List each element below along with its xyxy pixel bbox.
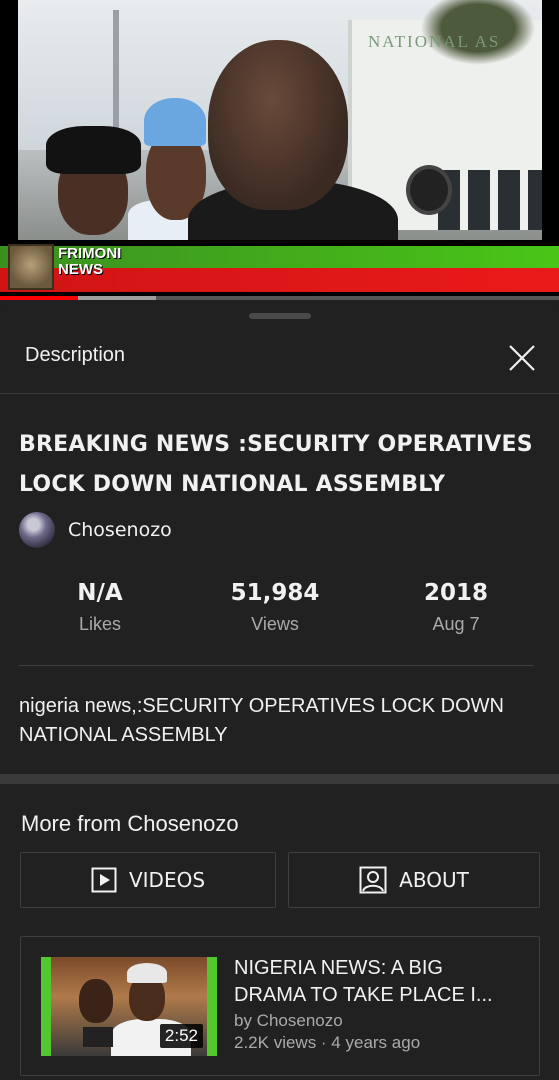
divider [19,665,534,666]
likes-value: N/A [77,580,123,606]
video-frame[interactable]: NATIONAL AS [18,0,542,240]
more-from-title: More from Chosenozo [21,811,239,836]
sheet-header: Description [0,330,559,394]
likes-label: Likes [78,614,122,634]
ticker-logo [8,244,54,290]
thumbnail-person-1 [79,979,113,1023]
description-sheet: Description BREAKING NEWS :SECURITY OPER… [0,300,559,1080]
avatar[interactable] [19,512,55,548]
channel-name[interactable]: Chosenozo [68,519,172,541]
play-box-icon [91,867,117,893]
ticker-brand-line2: NEWS [58,261,103,278]
stats-row: N/A Likes 51,984 Views 2018 Aug 7 [0,580,559,640]
news-ticker: FRIMONI NEWS [0,242,559,294]
card-title[interactable]: NIGERIA NEWS: A BIG DRAMA TO TAKE PLACE … [234,955,514,1009]
videos-button-label: VIDEOS [128,868,206,892]
thumbnail-mic [83,1027,113,1047]
video-building-sign: NATIONAL AS [368,32,501,51]
ticker-brand: FRIMONI NEWS [58,246,121,278]
ticker-brand-line1: FRIMONI [58,245,122,262]
date-label: Aug 7 [432,614,480,634]
video-title: BREAKING NEWS :SECURITY OPERATIVES LOCK … [19,432,533,497]
video-cap [144,98,206,146]
stat-views: 51,984 Views [205,580,345,635]
video-pole [113,10,119,140]
video-person-3-head [208,40,348,210]
views-label: Views [251,614,299,634]
close-icon [509,345,535,371]
channel-row[interactable]: Chosenozo [19,512,172,548]
year-value: 2018 [423,580,488,606]
video-card[interactable]: 2:52 NIGERIA NEWS: A BIG DRAMA TO TAKE P… [20,936,540,1076]
video-camera [406,165,452,215]
video-player[interactable]: NATIONAL AS FRIMONI NEWS [0,0,559,300]
description-text: nigeria news,:SECURITY OPERATIVES LOCK D… [19,695,504,746]
about-button-label: ABOUT [399,868,469,892]
section-separator [0,774,559,784]
drag-handle[interactable] [249,313,311,319]
close-button[interactable] [504,340,540,376]
sheet-title: Description [25,344,126,366]
thumbnail-cap [127,963,167,983]
card-meta: by Chosenozo 2.2K views · 4 years ago [234,1010,420,1054]
card-channel: by Chosenozo [234,1011,343,1030]
video-thumbnail[interactable]: 2:52 [41,957,217,1056]
video-hat [46,126,141,174]
stat-date: 2018 Aug 7 [386,580,526,635]
card-views-age: 2.2K views · 4 years ago [234,1033,421,1052]
video-windows [438,170,542,230]
videos-button[interactable]: VIDEOS [20,852,276,908]
views-value: 51,984 [230,580,320,606]
duration-badge: 2:52 [159,1024,203,1048]
about-button[interactable]: ABOUT [288,852,540,908]
stat-likes: N/A Likes [30,580,170,635]
person-box-icon [359,866,387,894]
